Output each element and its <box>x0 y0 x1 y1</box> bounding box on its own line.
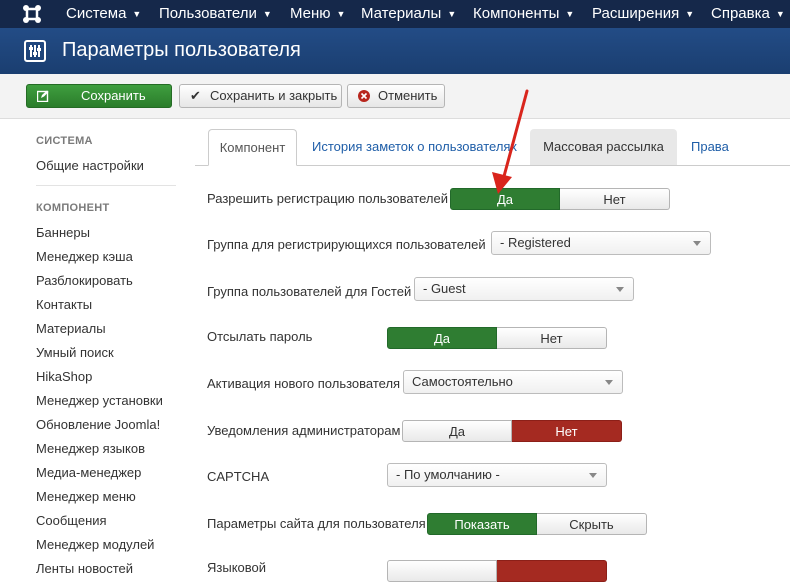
cancel-label: Отменить <box>378 88 438 103</box>
send-password-label: Отсылать пароль <box>207 329 313 344</box>
sidebar-item-languages[interactable]: Менеджер языков <box>36 441 145 456</box>
menu-label: Система <box>66 5 127 22</box>
next-row-label: Языковой <box>207 560 267 575</box>
menu-system[interactable]: Система ▼ <box>66 0 141 28</box>
menu-help[interactable]: Справка ▼ <box>711 0 785 28</box>
top-menu-bar: Система ▼ Пользователи ▼ Меню ▼ Материалы ▼ … <box>0 0 790 28</box>
sidebar-divider <box>36 185 176 186</box>
captcha-select[interactable]: - По умолчанию - <box>387 463 607 487</box>
activation-select[interactable]: Самостоятельно <box>403 370 623 394</box>
caret-down-icon: ▼ <box>685 9 695 19</box>
captcha-value: - По умолчанию - <box>396 467 500 482</box>
admin-notify-toggle: Да Нет <box>402 420 622 444</box>
guest-group-label: Группа пользователей для Гостей <box>207 284 412 299</box>
allow-registration-yes[interactable]: Да <box>450 188 560 210</box>
next-row-option-2[interactable] <box>497 560 607 582</box>
page-title: Параметры пользователя <box>62 39 301 61</box>
menu-users[interactable]: Пользователи ▼ <box>159 0 272 28</box>
menu-label: Материалы <box>361 5 442 22</box>
cancel-circle-icon <box>358 90 370 102</box>
caret-down-icon: ▼ <box>336 9 346 19</box>
activation-value: Самостоятельно <box>412 374 513 389</box>
caret-down-icon: ▼ <box>775 9 785 19</box>
guest-group-value: - Guest <box>423 281 466 296</box>
caret-down-icon: ▼ <box>262 9 272 19</box>
menu-menus[interactable]: Меню ▼ <box>290 0 345 28</box>
cancel-button[interactable]: Отменить <box>347 84 445 108</box>
sidebar-item-modules[interactable]: Менеджер модулей <box>36 537 154 552</box>
send-password-no[interactable]: Нет <box>497 327 607 349</box>
sidebar-item-media[interactable]: Медиа-менеджер <box>36 465 141 480</box>
menu-content[interactable]: Материалы ▼ <box>361 0 456 28</box>
dropdown-arrow-icon <box>616 287 624 292</box>
checkmark-icon: ✔ <box>190 88 201 103</box>
menu-components[interactable]: Компоненты ▼ <box>473 0 574 28</box>
sidebar-item-smart-search[interactable]: Умный поиск <box>36 345 114 360</box>
caret-down-icon: ▼ <box>132 9 142 19</box>
menu-label: Компоненты <box>473 5 560 22</box>
dropdown-arrow-icon <box>605 380 613 385</box>
sidebar-item-installer[interactable]: Менеджер установки <box>36 393 163 408</box>
dropdown-arrow-icon <box>589 473 597 478</box>
frontend-params-show[interactable]: Показать <box>427 513 537 535</box>
sidebar-item-hikashop[interactable]: HikaShop <box>36 369 92 384</box>
tab-bar: Компонент История заметок о пользователя… <box>195 129 790 166</box>
allow-registration-toggle: Да Нет <box>450 188 670 212</box>
tab-permissions[interactable]: Права <box>691 129 729 165</box>
tab-mass-mail[interactable]: Массовая рассылка <box>530 129 677 165</box>
joomla-logo-icon[interactable] <box>22 4 42 24</box>
sidebar-item-menus[interactable]: Менеджер меню <box>36 489 136 504</box>
sidebar-item-messages[interactable]: Сообщения <box>36 513 107 528</box>
page-header: Параметры пользователя <box>0 28 790 74</box>
sidebar-item-joomla-update[interactable]: Обновление Joomla! <box>36 417 160 432</box>
sidebar-item-content[interactable]: Материалы <box>36 321 106 336</box>
admin-notify-label: Уведомления администраторам <box>207 423 401 438</box>
allow-registration-no[interactable]: Нет <box>560 188 670 210</box>
equalizer-settings-icon <box>24 40 46 62</box>
sidebar-item-contacts[interactable]: Контакты <box>36 297 92 312</box>
save-button[interactable]: Сохранить <box>26 84 172 108</box>
sidebar-item-banners[interactable]: Баннеры <box>36 225 90 240</box>
frontend-params-label: Параметры сайта для пользователя <box>207 516 426 531</box>
sidebar-item-checkin[interactable]: Разблокировать <box>36 273 133 288</box>
menu-label: Справка <box>711 5 770 22</box>
next-row-toggle <box>387 560 607 584</box>
admin-notify-yes[interactable]: Да <box>402 420 512 442</box>
sidebar-item-cache[interactable]: Менеджер кэша <box>36 249 133 264</box>
frontend-params-hide[interactable]: Скрыть <box>537 513 647 535</box>
activation-label: Активация нового пользователя <box>207 376 401 391</box>
frontend-params-toggle: Показать Скрыть <box>427 513 647 537</box>
caret-down-icon: ▼ <box>447 9 457 19</box>
menu-label: Расширения <box>592 5 680 22</box>
sidebar-heading-system: СИСТЕМА <box>36 135 93 147</box>
registration-group-label: Группа для регистрирующихся пользователе… <box>207 237 486 252</box>
sidebar-heading-component: КОМПОНЕНТ <box>36 202 110 214</box>
toolbar: Сохранить ✔ Сохранить и закрыть Отменить <box>0 74 790 119</box>
admin-notify-no[interactable]: Нет <box>512 420 622 442</box>
registration-group-select[interactable]: - Registered <box>491 231 711 255</box>
tab-user-notes-history[interactable]: История заметок о пользователях <box>312 129 530 165</box>
registration-group-value: - Registered <box>500 235 571 250</box>
sidebar: СИСТЕМА Общие настройки КОМПОНЕНТ Баннер… <box>0 119 190 576</box>
guest-group-select[interactable]: - Guest <box>414 277 634 301</box>
send-password-yes[interactable]: Да <box>387 327 497 349</box>
save-close-label: Сохранить и закрыть <box>210 88 338 103</box>
allow-registration-label: Разрешить регистрацию пользователей <box>207 191 448 206</box>
save-and-close-button[interactable]: ✔ Сохранить и закрыть <box>179 84 342 108</box>
caret-down-icon: ▼ <box>565 9 575 19</box>
sidebar-item-newsfeeds[interactable]: Ленты новостей <box>36 561 133 576</box>
sidebar-item-global-config[interactable]: Общие настройки <box>36 158 144 173</box>
dropdown-arrow-icon <box>693 241 701 246</box>
menu-extensions[interactable]: Расширения ▼ <box>592 0 694 28</box>
send-password-toggle: Да Нет <box>387 327 607 351</box>
menu-label: Меню <box>290 5 331 22</box>
captcha-label: CAPTCHA <box>207 469 270 484</box>
edit-icon <box>37 90 49 102</box>
save-label: Сохранить <box>81 88 146 103</box>
menu-label: Пользователи <box>159 5 257 22</box>
tab-component[interactable]: Компонент <box>208 129 297 166</box>
next-row-option-1[interactable] <box>387 560 497 582</box>
